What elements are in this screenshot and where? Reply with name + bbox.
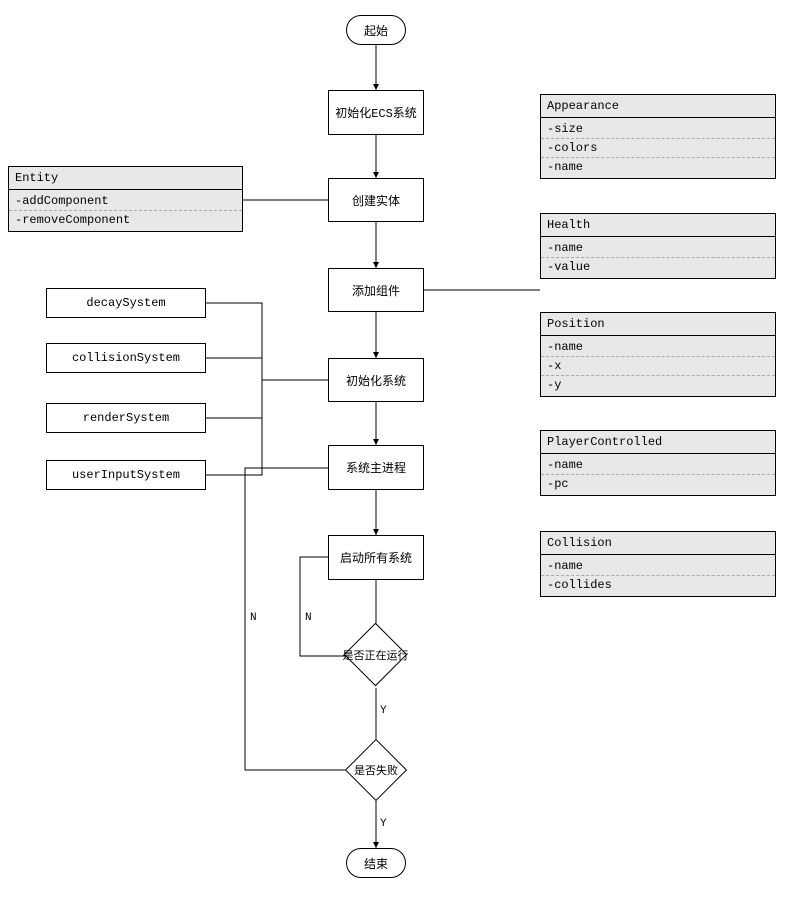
class-attr: -pc [541, 475, 775, 493]
class-playercontrolled: PlayerControlled -name -pc [540, 430, 776, 496]
system-collision: collisionSystem [46, 343, 206, 373]
system-userinput-label: userInputSystem [72, 468, 180, 482]
terminator-start: 起始 [346, 15, 406, 45]
system-collision-label: collisionSystem [72, 351, 180, 365]
class-entity-attr: -removeComponent [9, 211, 242, 229]
class-collision-title: Collision [541, 532, 775, 555]
class-playercontrolled-title: PlayerControlled [541, 431, 775, 454]
class-entity-title: Entity [9, 167, 242, 190]
process-create-entity: 创建实体 [328, 178, 424, 222]
decision-is-running-label: 是否正在运行 [354, 633, 397, 676]
system-userinput: userInputSystem [46, 460, 206, 490]
class-health-title: Health [541, 214, 775, 237]
class-attr: -name [541, 239, 775, 258]
edge-yes-1: Y [380, 705, 387, 717]
class-attr: -name [541, 557, 775, 576]
decision-is-failed: 是否失败 [345, 739, 407, 801]
decision-is-running: 是否正在运行 [344, 623, 408, 687]
edge-yes-2: Y [380, 818, 387, 830]
class-entity-body: -addComponent -removeComponent [9, 190, 242, 231]
class-appearance-title: Appearance [541, 95, 775, 118]
process-init-system: 初始化系统 [328, 358, 424, 402]
class-position-title: Position [541, 313, 775, 336]
system-render: renderSystem [46, 403, 206, 433]
class-health: Health -name -value [540, 213, 776, 279]
process-main-label: 系统主进程 [346, 459, 406, 476]
class-attr: -name [541, 338, 775, 357]
system-render-label: renderSystem [83, 411, 169, 425]
class-attr: -colors [541, 139, 775, 158]
process-create-entity-label: 创建实体 [352, 192, 400, 209]
edge-no-2: N [250, 612, 257, 624]
class-attr: -size [541, 120, 775, 139]
class-entity-attr: -addComponent [9, 192, 242, 211]
diagram-canvas: 起始 初始化ECS系统 创建实体 Entity -addComponent -r… [0, 0, 792, 899]
system-decay-label: decaySystem [86, 296, 165, 310]
terminator-start-label: 起始 [364, 22, 388, 39]
class-attr: -y [541, 376, 775, 394]
decision-is-failed-label: 是否失败 [355, 749, 397, 791]
process-init-system-label: 初始化系统 [346, 372, 406, 389]
class-position: Position -name -x -y [540, 312, 776, 397]
process-start-all: 启动所有系统 [328, 535, 424, 580]
system-decay: decaySystem [46, 288, 206, 318]
class-attr: -collides [541, 576, 775, 594]
class-attr: -name [541, 456, 775, 475]
process-init-ecs-label: 初始化ECS系统 [335, 104, 417, 121]
process-add-component: 添加组件 [328, 268, 424, 312]
terminator-end-label: 结束 [364, 855, 388, 872]
terminator-end: 结束 [346, 848, 406, 878]
edge-no-1: N [305, 612, 312, 624]
class-appearance: Appearance -size -colors -name [540, 94, 776, 179]
class-attr: -x [541, 357, 775, 376]
class-entity: Entity -addComponent -removeComponent [8, 166, 243, 232]
class-collision: Collision -name -collides [540, 531, 776, 597]
process-init-ecs: 初始化ECS系统 [328, 90, 424, 135]
process-main: 系统主进程 [328, 445, 424, 490]
process-start-all-label: 启动所有系统 [340, 549, 412, 566]
process-add-component-label: 添加组件 [352, 282, 400, 299]
class-attr: -name [541, 158, 775, 176]
class-attr: -value [541, 258, 775, 276]
